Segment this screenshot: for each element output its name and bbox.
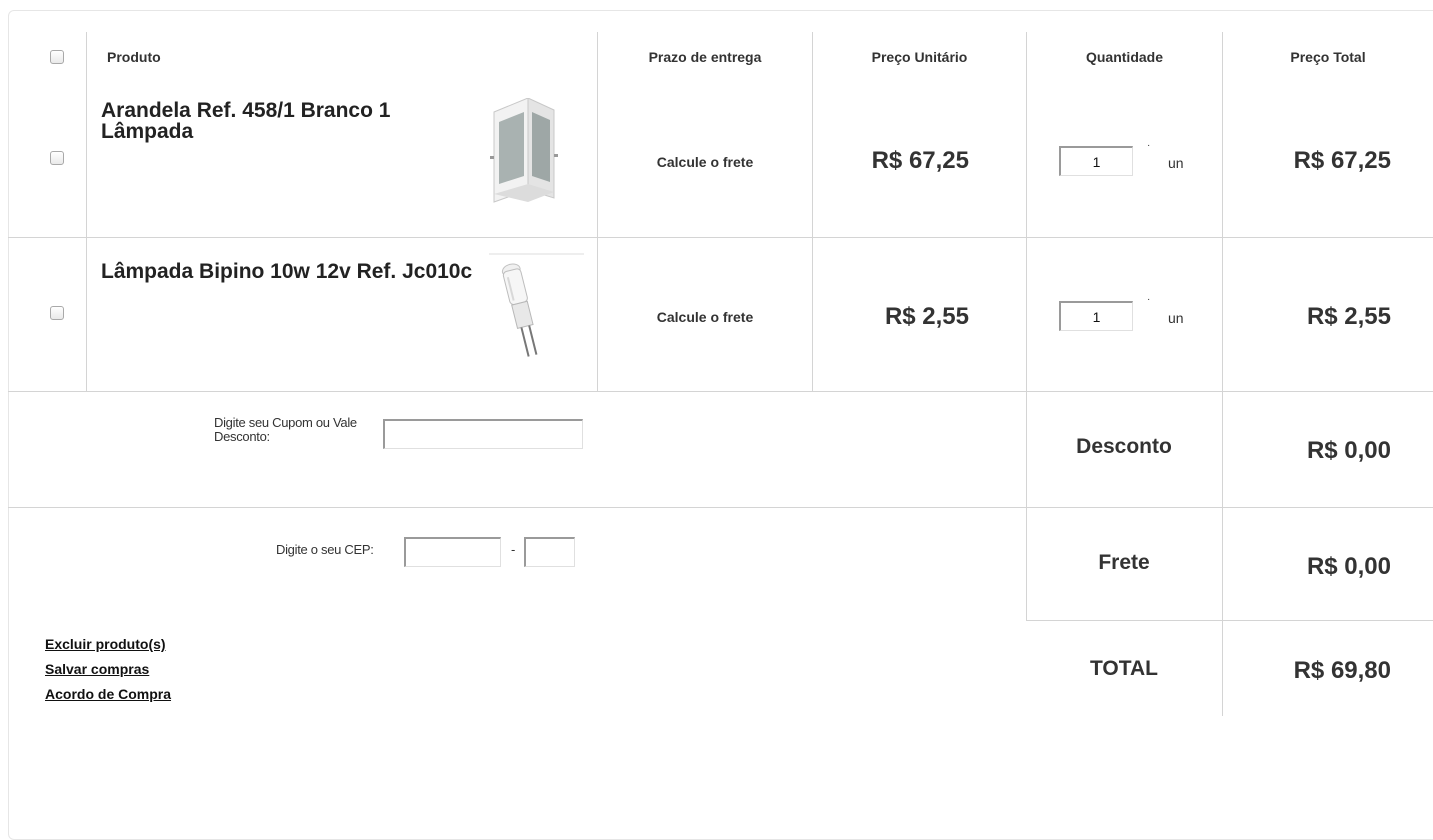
row-divider — [8, 391, 1433, 392]
cep-separator: - — [511, 542, 516, 557]
shipping-label: Frete — [1098, 551, 1150, 574]
delete-products-link[interactable]: Excluir produto(s) — [45, 634, 166, 654]
cep-input-part1[interactable] — [404, 537, 501, 567]
column-divider — [86, 32, 87, 391]
quantity-mark: · — [1147, 294, 1151, 305]
total-price: R$ 67,25 — [1293, 147, 1391, 174]
item-checkbox[interactable] — [50, 306, 64, 320]
unit-price: R$ 2,55 — [884, 303, 969, 330]
total-price: R$ 2,55 — [1306, 303, 1391, 330]
item-checkbox[interactable] — [50, 151, 64, 165]
row-divider — [8, 507, 1433, 508]
header-produto: Produto — [107, 49, 161, 65]
quantity-input[interactable] — [1059, 146, 1133, 176]
row-divider — [1026, 620, 1433, 621]
product-name[interactable]: Lâmpada Bipino 10w 12v Ref. Jc010c — [101, 261, 481, 282]
total-value: R$ 69,80 — [1293, 657, 1391, 684]
discount-label: Desconto — [1076, 435, 1172, 458]
shipping-value: R$ 0,00 — [1306, 553, 1391, 580]
cep-input-part2[interactable] — [524, 537, 575, 567]
row-divider — [8, 237, 1433, 238]
cep-label: Digite o seu CEP: — [276, 542, 374, 557]
quantity-mark: · — [1147, 140, 1151, 151]
quantity-unit: un — [1168, 310, 1184, 326]
header-preco-total: Preço Total — [1290, 49, 1366, 65]
wall-sconce-image[interactable] — [490, 98, 560, 204]
column-divider — [1222, 32, 1223, 716]
total-label: TOTAL — [1089, 657, 1159, 680]
header-quantidade: Quantidade — [1085, 49, 1163, 65]
select-all-checkbox[interactable] — [50, 50, 64, 64]
quantity-input[interactable] — [1059, 301, 1133, 331]
bipin-bulb-image[interactable] — [489, 253, 584, 361]
column-divider — [812, 32, 813, 391]
column-divider — [597, 32, 598, 391]
save-cart-link[interactable]: Salvar compras — [45, 659, 149, 679]
column-divider — [1026, 32, 1027, 621]
quantity-unit: un — [1168, 155, 1184, 171]
product-name[interactable]: Arandela Ref. 458/1 Branco 1 Lâmpada — [101, 100, 481, 142]
coupon-input[interactable] — [383, 419, 583, 449]
shipping-calc-link[interactable]: Calcule o frete — [598, 309, 812, 325]
header-prazo-entrega: Prazo de entrega — [648, 49, 762, 65]
header-preco-unitario: Preço Unitário — [871, 49, 968, 65]
discount-value: R$ 0,00 — [1306, 437, 1391, 464]
unit-price: R$ 67,25 — [871, 147, 969, 174]
shipping-calc-link[interactable]: Calcule o frete — [598, 154, 812, 170]
coupon-label: Digite seu Cupom ou Vale Desconto: — [214, 415, 357, 444]
purchase-agreement-link[interactable]: Acordo de Compra — [45, 684, 171, 704]
